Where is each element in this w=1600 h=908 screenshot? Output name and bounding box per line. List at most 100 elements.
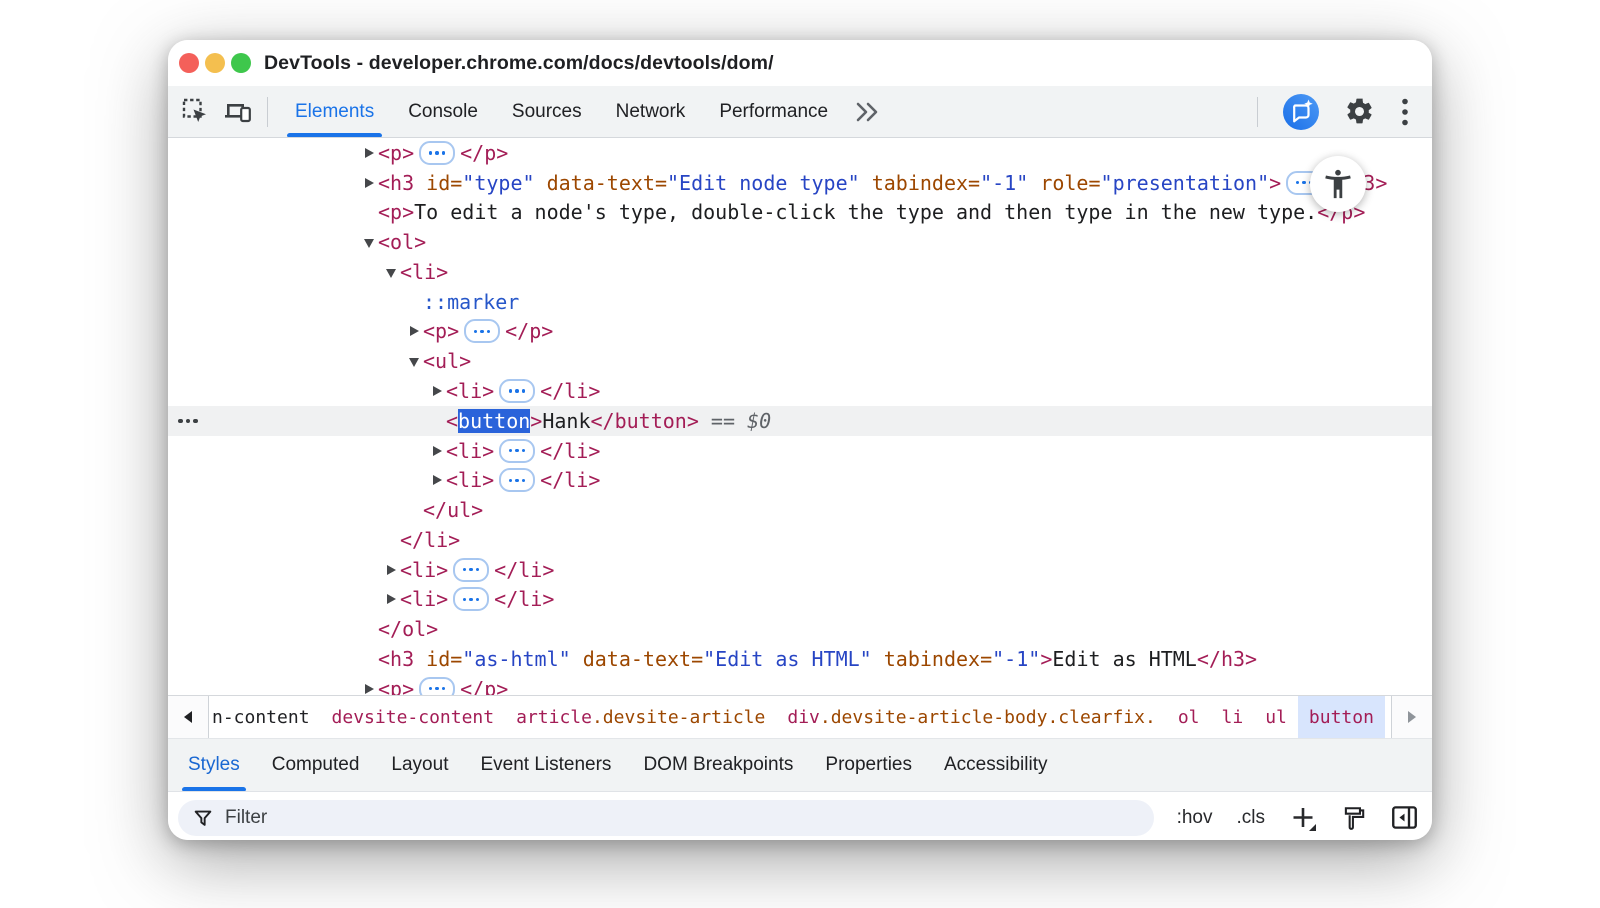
dom-tree-row[interactable]: <li> [168,257,1432,287]
breadcrumb-item[interactable]: devsite-content [321,696,506,738]
minimize-window-button[interactable] [205,53,225,73]
tab-properties[interactable]: Properties [809,739,928,791]
expand-arrow-icon[interactable] [360,148,378,158]
code-segment-var: $0 [747,409,771,433]
ellipsis-expand-button[interactable] [453,587,489,611]
code-segment-tag: </ul> [423,498,483,522]
rendering-brush-icon[interactable] [1341,805,1367,831]
styles-filter-bar: Filter :hov .cls [168,791,1432,840]
inspect-icon[interactable] [182,98,209,125]
code-segment-text: Hank [542,409,590,433]
device-toolbar-icon[interactable] [223,99,253,125]
expand-arrow-icon[interactable] [360,684,378,694]
ellipsis-expand-button[interactable] [499,468,535,492]
toggle-sidebar-icon[interactable] [1391,805,1418,830]
toggle-element-state-button[interactable]: :hov [1177,807,1213,829]
dom-tree-row[interactable]: <h3 id="as-html" data-text="Edit as HTML… [168,644,1432,674]
breadcrumb-scroll-right-icon[interactable] [1391,696,1432,738]
tab-network[interactable]: Network [599,86,703,137]
window-title: DevTools - developer.chrome.com/docs/dev… [264,52,774,75]
close-window-button[interactable] [179,53,199,73]
tab-styles[interactable]: Styles [172,739,256,791]
breadcrumb-item[interactable]: li [1211,696,1255,738]
dom-tree-row[interactable]: <p></p> [168,317,1432,347]
dom-tree-row[interactable]: <p>To edit a node's type, double-click t… [168,198,1432,228]
ellipsis-expand-button[interactable] [464,319,500,343]
dom-tree-row[interactable]: <li></li> [168,465,1432,495]
selected-tag-token[interactable]: button [458,409,530,433]
dom-tree-row[interactable]: <li></li> [168,376,1432,406]
tab-dom-breakpoints[interactable]: DOM Breakpoints [627,739,809,791]
breadcrumb-item[interactable]: ul [1254,696,1298,738]
code-segment-text [414,171,426,195]
breadcrumb-item[interactable]: div.devsite-article-body.clearfix. [776,696,1166,738]
ellipsis-expand-button[interactable] [419,677,455,695]
dom-tree-row[interactable]: <ul> [168,346,1432,376]
expand-arrow-icon[interactable] [428,475,446,485]
expand-arrow-icon[interactable] [428,386,446,396]
code-segment-tag: </button> [591,409,699,433]
tab-layout[interactable]: Layout [375,739,464,791]
dom-tree-row[interactable]: <p></p> [168,674,1432,695]
code-segment-text: To edit a node's type, double-click the … [414,200,1317,224]
dom-tree-row[interactable]: </ol> [168,614,1432,644]
ai-assistance-icon[interactable] [1283,94,1319,130]
code-segment-val: "Edit as HTML" [703,647,872,671]
collapse-arrow-icon[interactable] [405,355,423,367]
code-segment-tag: <p> [378,200,414,224]
expand-arrow-icon[interactable] [360,178,378,188]
tab-accessibility[interactable]: Accessibility [928,739,1063,791]
dom-tree-row[interactable]: ::marker [168,287,1432,317]
dom-tree-row[interactable]: <li></li> [168,555,1432,585]
dom-tree-row[interactable]: <p></p> [168,138,1432,168]
code-segment-val: "presentation" [1101,171,1270,195]
breadcrumb-segment: li [1222,707,1244,728]
code-segment-tag: </li> [400,528,460,552]
settings-icon[interactable] [1344,96,1375,127]
code-segment-val: "type" [462,171,534,195]
ellipsis-expand-button[interactable] [499,439,535,463]
tab-computed[interactable]: Computed [256,739,376,791]
dom-tree-row[interactable]: </li> [168,525,1432,555]
tab-performance[interactable]: Performance [702,86,845,137]
breadcrumb-item[interactable]: ol [1167,696,1211,738]
ellipsis-expand-button[interactable] [419,141,455,165]
breadcrumb-segment: ol [1178,707,1200,728]
code-segment-marker: ::marker [423,290,519,314]
code-segment-attr: tabindex= [884,647,992,671]
tab-sources[interactable]: Sources [495,86,599,137]
dom-tree-row-selected[interactable]: <button>Hank</button> == $0 [168,406,1432,436]
expand-arrow-icon[interactable] [382,565,400,575]
filter-input[interactable]: Filter [178,800,1154,836]
dom-tree-row[interactable]: <h3 id="type" data-text="Edit node type"… [168,168,1432,198]
tab-console[interactable]: Console [391,86,495,137]
expand-arrow-icon[interactable] [405,326,423,336]
code-segment-tag: <h3 [378,171,414,195]
breadcrumb-scroll-left-icon[interactable] [168,696,209,738]
dom-tree-row[interactable]: <li></li> [168,436,1432,466]
expand-arrow-icon[interactable] [428,446,446,456]
more-tabs-icon[interactable] [845,102,889,122]
dom-tree-row[interactable]: <li></li> [168,584,1432,614]
ellipsis-expand-button[interactable] [453,558,489,582]
code-segment-tag: <h3 [378,647,414,671]
element-classes-button[interactable]: .cls [1237,807,1266,829]
breadcrumb-item-selected[interactable]: button [1298,696,1385,738]
expand-arrow-icon[interactable] [382,594,400,604]
tab-elements[interactable]: Elements [278,86,391,137]
ellipsis-expand-button[interactable] [499,379,535,403]
dom-tree-row[interactable]: </ul> [168,495,1432,525]
zoom-window-button[interactable] [231,53,251,73]
code-segment-tag: <p> [378,141,414,165]
styles-tab-strip: StylesComputedLayoutEvent ListenersDOM B… [168,738,1432,791]
row-more-actions-icon[interactable] [178,406,198,436]
tab-event-listeners[interactable]: Event Listeners [464,739,627,791]
code-segment-val: "-1" [980,171,1028,195]
collapse-arrow-icon[interactable] [382,266,400,278]
new-style-rule-icon[interactable] [1289,804,1317,832]
breadcrumb-item[interactable]: n-content [209,696,321,738]
breadcrumb-item[interactable]: article.devsite-article [505,696,776,738]
collapse-arrow-icon[interactable] [360,236,378,248]
dom-tree-row[interactable]: <ol> [168,227,1432,257]
more-options-icon[interactable] [1400,97,1410,127]
